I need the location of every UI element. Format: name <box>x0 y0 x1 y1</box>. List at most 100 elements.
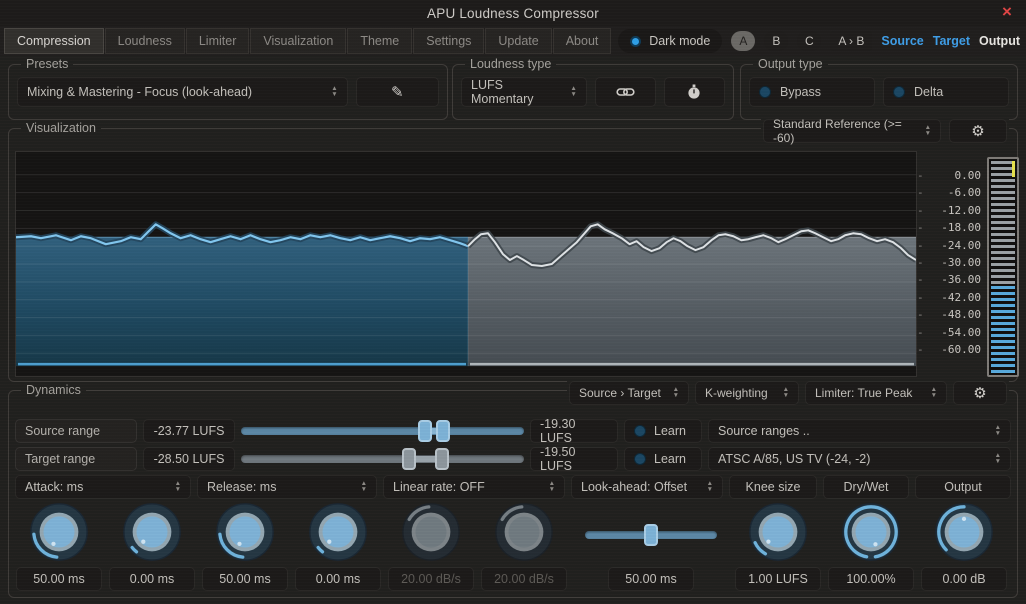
linear-rate-select[interactable]: Linear rate: OFF ▲ ▼ <box>383 475 565 499</box>
bypass-toggle[interactable]: Bypass <box>749 77 875 107</box>
dry-wet-value[interactable]: 100.00% <box>828 567 914 591</box>
visualization-settings-button[interactable]: ⚙ <box>949 119 1007 143</box>
dry-wet-knob[interactable] <box>840 501 902 563</box>
target-learn-label: Learn <box>654 452 686 466</box>
copy-a-to-b-button[interactable]: A › B <box>830 31 873 51</box>
tab-about[interactable]: About <box>552 28 612 54</box>
target-ranges-select[interactable]: ATSC A/85, US TV (-24, -2) ▲ ▼ <box>708 447 1011 471</box>
target-ranges-value: ATSC A/85, US TV (-24, -2) <box>718 452 871 466</box>
attack-value[interactable]: 50.00 ms <box>16 567 102 591</box>
loudness-type-group: Loudness type LUFS Momentary ▲ ▼ <box>452 57 734 120</box>
target-range-slider[interactable] <box>241 447 524 471</box>
level-meter <box>987 157 1019 377</box>
variant-b-button[interactable]: B <box>764 31 789 51</box>
reference-value: Standard Reference (>= -60) <box>773 117 902 145</box>
release-mode-select[interactable]: Release: ms ▲ ▼ <box>197 475 377 499</box>
linear-rate-down-value: 20.00 dB/s <box>481 567 567 591</box>
knee-size-knob-group: 1.00 LUFS <box>734 501 822 591</box>
tab-loudness[interactable]: Loudness <box>104 28 185 54</box>
target-range-low-handle[interactable] <box>402 448 417 470</box>
bypass-label: Bypass <box>780 85 821 99</box>
target-range-track[interactable] <box>241 455 524 463</box>
output-header: Output <box>915 475 1011 499</box>
tab-settings[interactable]: Settings <box>413 28 485 54</box>
source-learn-button[interactable]: Learn <box>624 419 702 443</box>
output-gain-knob[interactable] <box>933 501 995 563</box>
release-knob[interactable] <box>214 501 276 563</box>
output-link[interactable]: Output <box>979 34 1020 48</box>
output-gain-value[interactable]: 0.00 dB <box>921 567 1007 591</box>
attack-mode-select[interactable]: Attack: ms ▲ ▼ <box>15 475 191 499</box>
look-ahead-value[interactable]: 50.00 ms <box>608 567 694 591</box>
tab-visualization[interactable]: Visualization <box>250 28 347 54</box>
preset-select[interactable]: Mixing & Mastering - Focus (look-ahead) … <box>17 77 348 107</box>
tab-limiter[interactable]: Limiter <box>185 28 250 54</box>
limiter-value: Limiter: True Peak <box>815 386 913 400</box>
knee-size-knob[interactable] <box>747 501 809 563</box>
target-range-row: Target range -28.50 LUFS -19.50 LUFS Lea… <box>15 445 1011 473</box>
weighting-select[interactable]: K-weighting ▲ ▼ <box>695 381 799 405</box>
linear-rate-up-value: 20.00 dB/s <box>388 567 474 591</box>
tab-update[interactable]: Update <box>485 28 552 54</box>
output-gain-knob-group: 0.00 dB <box>920 501 1008 591</box>
source-range-high-value[interactable]: -19.30 LUFS <box>530 417 618 445</box>
topbar-right-controls: Dark mode A B C A › B Source Target Outp… <box>618 29 1020 53</box>
spinner-arrows-icon: ▲ ▼ <box>924 124 931 137</box>
limiter-select[interactable]: Limiter: True Peak ▲ ▼ <box>805 381 947 405</box>
close-icon[interactable]: × <box>998 2 1016 21</box>
look-ahead-handle[interactable] <box>644 524 659 546</box>
release-value[interactable]: 50.00 ms <box>202 567 288 591</box>
delta-toggle[interactable]: Delta <box>883 77 1009 107</box>
attack-mode-value: Attack: ms <box>25 480 84 494</box>
source-range-slider[interactable] <box>241 419 524 443</box>
source-range-high-handle[interactable] <box>436 420 451 442</box>
link-icon <box>616 88 635 96</box>
source-range-track[interactable] <box>241 427 524 435</box>
attack-secondary-knob[interactable] <box>121 501 183 563</box>
target-learn-button[interactable]: Learn <box>624 447 702 471</box>
release-secondary-knob[interactable] <box>307 501 369 563</box>
meter-peak-marker <box>1012 161 1015 177</box>
dynamics-legend: Dynamics <box>21 383 86 397</box>
scale-tick: -48.00 <box>941 308 981 322</box>
linear-rate-value: Linear rate: OFF <box>393 480 485 494</box>
release-secondary-value[interactable]: 0.00 ms <box>295 567 381 591</box>
variant-c-button[interactable]: C <box>797 31 822 51</box>
edit-preset-button[interactable]: ✎ <box>355 77 439 107</box>
look-ahead-mode-select[interactable]: Look-ahead: Offset ▲ ▼ <box>571 475 723 499</box>
reference-select[interactable]: Standard Reference (>= -60) ▲ ▼ <box>763 117 941 145</box>
tab-theme[interactable]: Theme <box>347 28 413 54</box>
meter-gray-segments <box>991 161 1015 286</box>
target-range-high-value[interactable]: -19.50 LUFS <box>530 445 618 473</box>
routing-select[interactable]: Source › Target ▲ ▼ <box>569 381 689 405</box>
pencil-icon: ✎ <box>391 84 404 101</box>
look-ahead-slider[interactable] <box>585 523 717 547</box>
linear-rate-up-knob <box>402 503 460 561</box>
variant-a-button[interactable]: A <box>731 31 756 51</box>
scale-tick: -36.00 <box>941 273 981 287</box>
scale-tick: -24.00 <box>941 238 981 252</box>
target-link[interactable]: Target <box>933 34 970 48</box>
target-range-low-value[interactable]: -28.50 LUFS <box>143 447 235 471</box>
dark-mode-toggle[interactable]: Dark mode <box>618 29 723 53</box>
source-link[interactable]: Source <box>881 34 923 48</box>
source-range-low-handle[interactable] <box>417 420 432 442</box>
knee-size-value[interactable]: 1.00 LUFS <box>735 567 821 591</box>
link-channels-button[interactable] <box>594 77 656 107</box>
source-range-low-value[interactable]: -23.77 LUFS <box>143 419 235 443</box>
source-range-label: Source range <box>15 419 137 443</box>
db-scale: -0.00 - -6.00 - -12.00 - -18.00 - -24.00 - -3… <box>917 169 987 356</box>
loudness-type-select[interactable]: LUFS Momentary ▲ ▼ <box>461 77 587 107</box>
loudness-graph[interactable] <box>15 151 917 377</box>
gate-timer-button[interactable] <box>663 77 725 107</box>
source-ranges-select[interactable]: Source ranges .. ▲ ▼ <box>708 419 1011 443</box>
tab-bar: Compression Loudness Limiter Visualizati… <box>0 26 1026 56</box>
dynamics-settings-button[interactable]: ⚙ <box>953 381 1007 405</box>
tab-compression[interactable]: Compression <box>4 28 104 54</box>
attack-knob[interactable] <box>28 501 90 563</box>
weighting-value: K-weighting <box>705 386 768 400</box>
linear-rate-up-knob-group: 20.00 dB/s <box>387 501 475 591</box>
spinner-arrows-icon: ▲ ▼ <box>331 85 338 98</box>
target-range-high-handle[interactable] <box>434 448 449 470</box>
attack-secondary-value[interactable]: 0.00 ms <box>109 567 195 591</box>
